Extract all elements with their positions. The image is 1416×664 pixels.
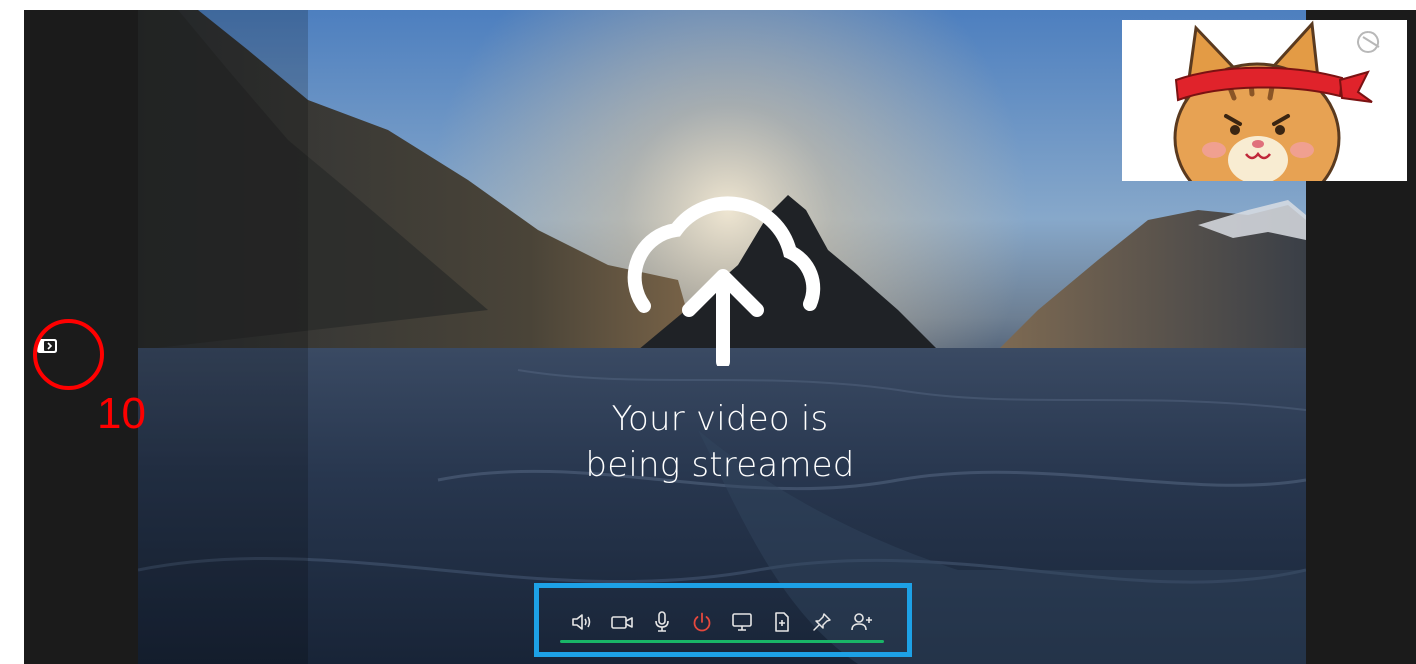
- add-document-button[interactable]: [768, 608, 796, 636]
- status-line-2: being streamed: [585, 445, 855, 485]
- microphone-icon: [655, 611, 669, 632]
- power-icon: [693, 612, 711, 632]
- camera-icon: [611, 616, 633, 629]
- invite-participant-button[interactable]: [848, 608, 876, 636]
- annotation-circle-highlight: [33, 319, 104, 390]
- document-add-icon: [775, 612, 789, 632]
- annotation-number-label: 10: [97, 389, 146, 438]
- microphone-button[interactable]: [648, 608, 676, 636]
- cloud-upload-icon: [614, 186, 832, 369]
- pin-button[interactable]: [808, 608, 836, 636]
- status-line-1: Your video is: [611, 399, 829, 439]
- call-controls-toolbar: [562, 605, 882, 639]
- share-screen-button[interactable]: [728, 608, 756, 636]
- speaker-icon: [572, 614, 591, 630]
- camera-button[interactable]: [608, 608, 636, 636]
- pin-icon: [813, 613, 831, 631]
- stream-status-text: Your video is being streamed: [520, 396, 920, 488]
- monitor-icon: [732, 613, 752, 631]
- toolbar-active-underline: [560, 640, 884, 643]
- speaker-button[interactable]: [568, 608, 596, 636]
- self-view-video: [1122, 20, 1407, 181]
- cat-avatar-image: [1122, 20, 1407, 181]
- add-user-icon: [851, 613, 872, 631]
- leave-call-button[interactable]: [688, 608, 716, 636]
